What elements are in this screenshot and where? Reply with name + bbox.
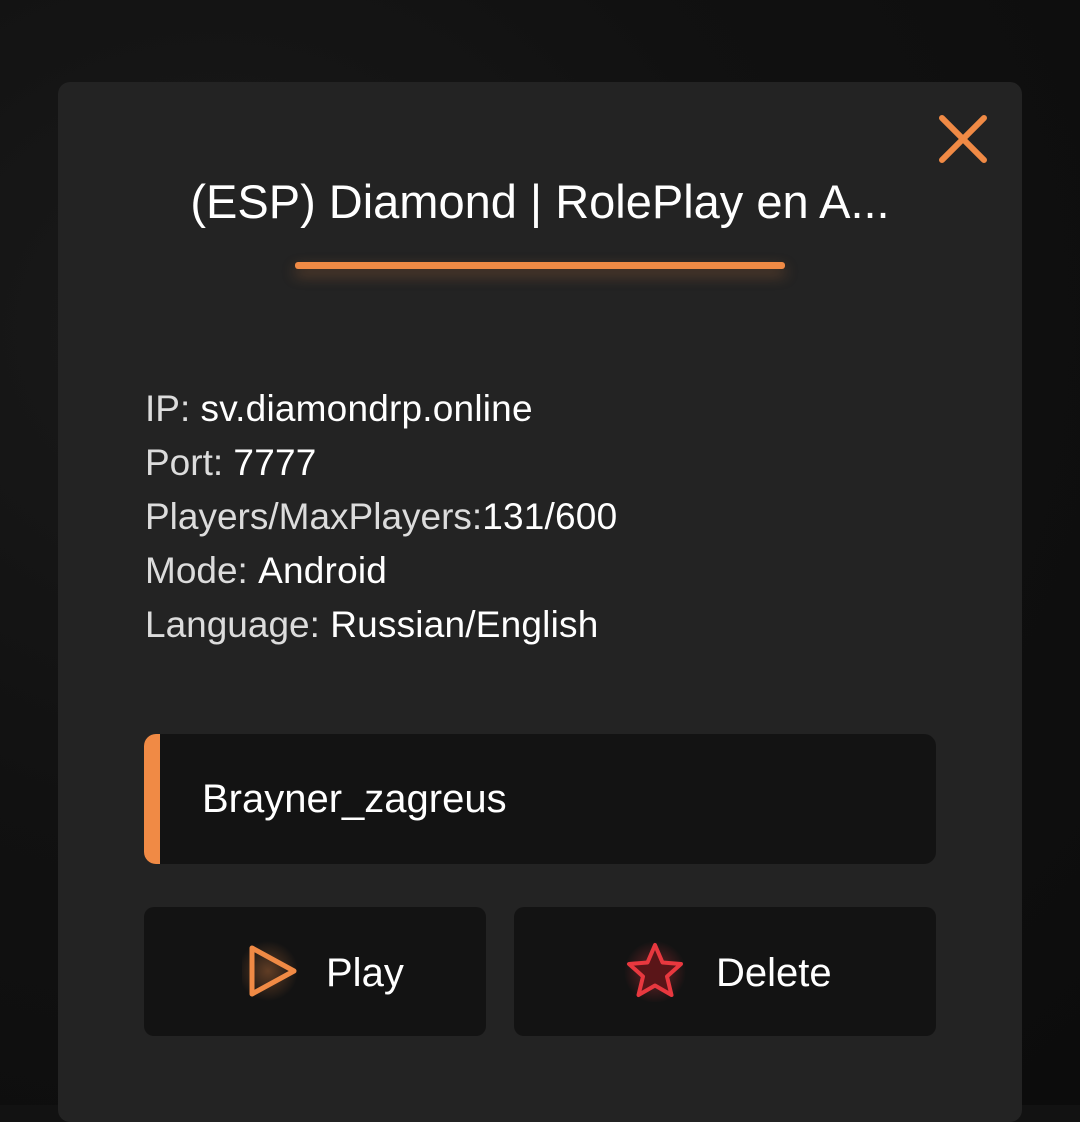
info-row-language: Language: Russian/English — [145, 598, 617, 652]
players-value: 131/600 — [482, 496, 618, 537]
delete-label: Delete — [716, 951, 832, 995]
play-button[interactable]: Play — [144, 907, 486, 1036]
play-label: Play — [326, 951, 404, 995]
close-button[interactable] — [934, 110, 992, 168]
star-icon — [624, 941, 686, 1002]
info-key: IP: — [145, 388, 191, 429]
info-key: Players/MaxPlayers: — [145, 496, 483, 537]
info-key: Language: — [145, 604, 320, 645]
server-title: (ESP) Diamond | RolePlay en A... — [190, 175, 890, 228]
nickname-field[interactable]: Brayner_zagreus — [144, 734, 936, 864]
close-icon — [939, 115, 987, 163]
delete-button[interactable]: Delete — [514, 907, 936, 1036]
info-row-ip: IP: sv.diamondrp.online — [145, 382, 617, 436]
info-row-port: Port: 7777 — [145, 436, 617, 490]
language-value: Russian/English — [330, 604, 599, 645]
ip-value: sv.diamondrp.online — [200, 388, 533, 429]
server-info: IP: sv.diamondrp.online Port: 7777 Playe… — [145, 382, 617, 652]
field-accent-bar — [144, 734, 160, 864]
server-details-dialog: (ESP) Diamond | RolePlay en A... IP: sv.… — [58, 82, 1022, 1122]
info-row-mode: Mode: Android — [145, 544, 617, 598]
port-value: 7777 — [233, 442, 317, 483]
info-key: Mode: — [145, 550, 248, 591]
nickname-value[interactable]: Brayner_zagreus — [202, 734, 507, 864]
mode-value: Android — [258, 550, 388, 591]
info-key: Port: — [145, 442, 224, 483]
title-underline — [295, 262, 785, 269]
play-icon — [242, 941, 298, 1001]
info-row-players: Players/MaxPlayers:131/600 — [145, 490, 617, 544]
